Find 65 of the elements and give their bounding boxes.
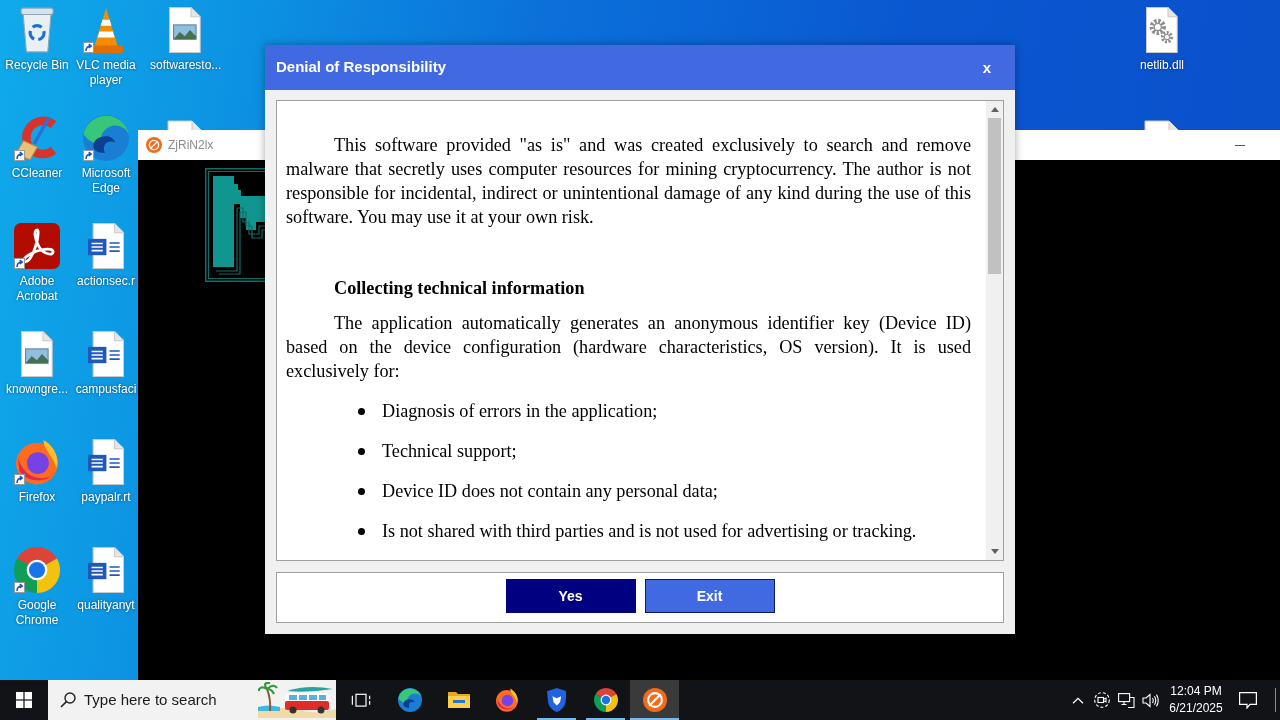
list-item-text: Device ID does not contain any personal data; bbox=[382, 480, 718, 503]
folder-icon[interactable] bbox=[446, 691, 471, 709]
network-icon[interactable] bbox=[1117, 692, 1135, 708]
task-view-icon[interactable] bbox=[350, 691, 371, 709]
round-browser-icon[interactable] bbox=[593, 688, 618, 712]
dialog-title: Denial of Responsibility bbox=[276, 57, 447, 78]
search-icon bbox=[60, 692, 76, 708]
icon-label[interactable]: Microsoft Edge bbox=[75, 166, 137, 196]
notification-icon[interactable] bbox=[1239, 691, 1257, 709]
clock[interactable]: 12:04 PM 6/21/2025 bbox=[1162, 680, 1230, 720]
bullet-icon bbox=[358, 527, 365, 535]
close-button[interactable]: x bbox=[978, 57, 995, 78]
caret-down-icon[interactable] bbox=[990, 549, 999, 554]
bullet-icon bbox=[358, 447, 365, 455]
chevron-up-icon[interactable] bbox=[1072, 696, 1084, 704]
document-icon[interactable] bbox=[87, 223, 125, 269]
dialog-button[interactable]: Exit bbox=[644, 579, 775, 613]
icon-label[interactable]: Firefox bbox=[2, 490, 72, 505]
volume-icon[interactable] bbox=[1141, 692, 1159, 708]
app-icon bbox=[146, 137, 162, 153]
icon-label[interactable]: softwaresto... bbox=[150, 58, 220, 73]
start-icon[interactable] bbox=[16, 692, 32, 708]
section-heading: Collecting technical information bbox=[334, 277, 586, 300]
icon-label[interactable]: campusfaci bbox=[75, 382, 137, 397]
icon-label[interactable]: Adobe Acrobat bbox=[2, 274, 72, 304]
fox-browser-icon[interactable] bbox=[496, 688, 519, 712]
caret-up-icon[interactable] bbox=[990, 107, 999, 112]
document-icon[interactable] bbox=[87, 331, 125, 377]
document-icon[interactable] bbox=[87, 439, 125, 485]
document-icon[interactable] bbox=[87, 547, 125, 593]
search-box[interactable]: Type here to search bbox=[48, 680, 336, 720]
app-icon[interactable] bbox=[642, 688, 667, 712]
icon-label[interactable]: Recycle Bin bbox=[2, 58, 72, 73]
taskbar-button[interactable] bbox=[630, 680, 679, 720]
camera-icon[interactable] bbox=[1094, 692, 1110, 708]
icon-label[interactable]: CCleaner bbox=[2, 166, 72, 181]
list-item-text: Diagnosis of errors in the application; bbox=[382, 400, 658, 423]
scrollbar[interactable] bbox=[986, 101, 1003, 560]
pdf-app-icon[interactable] bbox=[14, 223, 60, 269]
icon-label[interactable]: actionsec.r bbox=[75, 274, 137, 289]
icon-label[interactable]: knowngre... bbox=[2, 382, 72, 397]
image-file-icon[interactable] bbox=[21, 331, 53, 377]
wave-browser-icon[interactable] bbox=[397, 688, 422, 712]
wave-browser-icon[interactable] bbox=[83, 115, 129, 161]
recycle-bin-icon[interactable] bbox=[19, 7, 55, 53]
dialog-button[interactable]: Yes bbox=[505, 579, 636, 613]
bullet-icon bbox=[358, 407, 365, 415]
list-item-text: Is not shared with third parties and is not used for advertising or tracking. bbox=[382, 520, 917, 543]
icon-label[interactable]: VLC media player bbox=[75, 58, 137, 88]
search-field[interactable]: Type here to search bbox=[84, 688, 244, 712]
fox-browser-icon[interactable] bbox=[15, 439, 59, 485]
paragraph: This software provided "as is" and was created exclusively to search and remove malware that secretly uses computer resources for mining cryptocurrency. The author is not responsible for incidental, indirect or unintentional damage of any kind during the use of this software. You may use it at your own risk. bbox=[286, 134, 971, 229]
paragraph: The application automatically generates an anonymous identifier key (Device ID) based on the device configuration (hardware characteristics, OS version). It is used exclusively for: bbox=[286, 312, 971, 383]
list-item-text: Technical support; bbox=[382, 440, 517, 463]
gear-file-icon[interactable] bbox=[1146, 7, 1178, 53]
image-file-icon[interactable] bbox=[169, 7, 201, 53]
window-title: ZjRiN2lx bbox=[168, 137, 214, 154]
shield-icon[interactable] bbox=[546, 688, 567, 712]
icon-label[interactable]: qualityanyt bbox=[75, 598, 137, 613]
minimize-icon[interactable] bbox=[1235, 144, 1245, 146]
icon-label[interactable]: netlib.dll bbox=[1127, 58, 1197, 73]
icon-label[interactable]: Google Chrome bbox=[2, 598, 72, 628]
scrollbar-thumb[interactable] bbox=[988, 118, 1001, 274]
bullet-icon bbox=[358, 487, 365, 495]
icon-label[interactable]: paypalr.rt bbox=[75, 490, 137, 505]
